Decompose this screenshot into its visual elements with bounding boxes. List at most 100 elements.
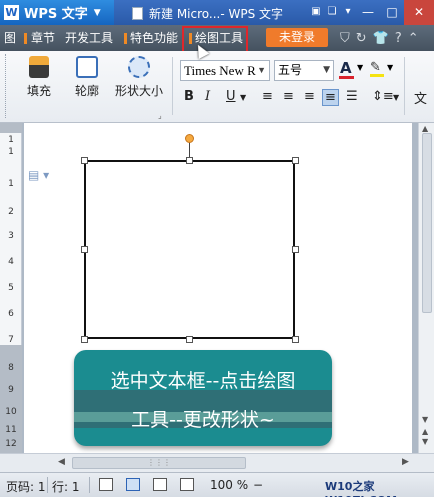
shirt-icon[interactable]: 👕: [373, 31, 389, 46]
resize-handle[interactable]: [292, 157, 299, 164]
underline-button[interactable]: U: [226, 89, 236, 104]
align-right-icon[interactable]: ≡: [304, 89, 315, 104]
shape-size-button[interactable]: 形状大小: [110, 56, 168, 99]
maximize-button[interactable]: □: [380, 0, 404, 25]
font-name-value: Times New R: [184, 63, 256, 78]
resize-handle[interactable]: [81, 246, 88, 253]
scroll-thumb[interactable]: ⋮⋮⋮: [72, 457, 246, 469]
chevron-down-icon[interactable]: ▼: [240, 93, 246, 102]
document-tab[interactable]: 新建 Micro...- WPS 文字: [132, 3, 283, 23]
scroll-down-icon[interactable]: ▼: [422, 415, 428, 424]
minimize-button[interactable]: —: [356, 0, 380, 25]
outline-button[interactable]: 轮廓: [62, 56, 112, 99]
window-controls: ▣ ❏ ▾ — □ ✕: [308, 0, 434, 25]
resize-handle[interactable]: [186, 336, 193, 343]
ruler-tick: 1: [8, 135, 14, 145]
scroll-thumb[interactable]: [422, 133, 432, 313]
collapse-ribbon-icon[interactable]: ⌃: [408, 31, 419, 46]
tab-special-features[interactable]: 特色功能: [130, 25, 178, 51]
ruler-margin: [0, 123, 22, 133]
fill-button[interactable]: 填充: [14, 56, 64, 99]
row-indicator: 行: 1: [52, 480, 80, 494]
ruler-tick: 6: [8, 309, 14, 319]
paragraph-marker-icon[interactable]: ▤ ▾: [28, 168, 49, 182]
scroll-left-icon[interactable]: ◀: [58, 457, 65, 467]
page-indicator[interactable]: 页码: 1: [6, 478, 46, 495]
ruler-tick: 2: [8, 207, 14, 217]
italic-button[interactable]: I: [205, 89, 210, 104]
page-down-icon[interactable]: ▼: [422, 437, 428, 446]
zoom-out-icon[interactable]: −: [253, 478, 263, 492]
outline-pen-icon: [76, 56, 98, 78]
align-left-icon[interactable]: ≡: [262, 89, 273, 104]
outline-view-icon[interactable]: [153, 478, 167, 491]
rotation-handle[interactable]: [185, 134, 194, 143]
text-tool-button[interactable]: 文: [414, 88, 427, 107]
ruler-tick: 4: [8, 257, 14, 267]
tab-developer-tools[interactable]: 开发工具: [65, 25, 113, 51]
shape-size-icon: [128, 56, 150, 78]
scroll-right-icon[interactable]: ▶: [402, 457, 409, 467]
font-name-select[interactable]: Times New R ▼: [180, 60, 270, 81]
chevron-down-icon[interactable]: ▾: [340, 0, 356, 25]
close-button[interactable]: ✕: [404, 0, 434, 25]
web-view-icon[interactable]: [180, 478, 194, 491]
ruler-tick: 10: [5, 407, 17, 417]
resize-handle[interactable]: [292, 336, 299, 343]
chevron-down-icon[interactable]: ▼: [357, 63, 363, 72]
distribute-icon[interactable]: ☰: [346, 89, 358, 104]
highlight-pen-icon[interactable]: ✎: [370, 60, 384, 77]
selected-text-box[interactable]: [84, 160, 295, 339]
document-icon: [132, 6, 143, 20]
vertical-scrollbar[interactable]: ▲ ▼ ▲ ▼: [418, 123, 434, 453]
font-color-button[interactable]: A: [339, 59, 354, 79]
ruler-tick: 5: [8, 283, 14, 293]
dialog-launcher-icon[interactable]: ⌟: [158, 111, 162, 120]
justify-icon[interactable]: ≡: [322, 89, 339, 106]
ribbon-separator: [404, 57, 405, 115]
chevron-down-icon[interactable]: ▼: [393, 93, 399, 102]
ruler-tick: 9: [8, 385, 14, 395]
resize-handle[interactable]: [81, 336, 88, 343]
skin-icon[interactable]: ▣: [308, 0, 324, 25]
ruler-tick: 12: [5, 439, 17, 449]
ruler-tick: 8: [8, 363, 14, 373]
ruler-tick: 11: [5, 425, 17, 435]
tab-tu[interactable]: 图: [4, 25, 16, 51]
ruler-tick: 1: [8, 179, 14, 189]
resize-handle[interactable]: [81, 157, 88, 164]
shield-icon[interactable]: ⛉: [340, 31, 350, 46]
app-menu-button[interactable]: W WPS 文字 ▼: [0, 0, 114, 25]
restore-layout-icon[interactable]: ❏: [324, 0, 340, 25]
align-center-icon[interactable]: ≡: [283, 89, 294, 104]
refresh-icon[interactable]: ↻: [356, 31, 367, 46]
fill-bucket-icon: [29, 56, 49, 78]
chevron-down-icon[interactable]: ▼: [387, 63, 393, 72]
tab-separator: [24, 33, 27, 44]
site-watermark: W10之家 W10ZJ.COM: [325, 480, 397, 497]
login-button[interactable]: 未登录: [266, 28, 328, 47]
ribbon-separator: [172, 57, 173, 115]
ruler-tick: 1: [8, 147, 14, 157]
highlight-box: [182, 26, 248, 54]
tab-chapter[interactable]: 章节: [31, 25, 55, 51]
page-view-icon[interactable]: [126, 478, 140, 491]
horizontal-scrollbar[interactable]: ◀ ⋮⋮⋮ ▶: [0, 453, 434, 472]
zoom-level[interactable]: 100 %: [210, 478, 248, 492]
resize-handle[interactable]: [186, 157, 193, 164]
page-up-icon[interactable]: ▲: [422, 427, 428, 436]
callout-line-1: 选中文本框--点击绘图: [110, 370, 296, 392]
app-name: WPS 文字: [24, 7, 88, 22]
help-icon[interactable]: ?: [395, 31, 402, 46]
chevron-down-icon: ▼: [257, 65, 266, 75]
line-spacing-icon[interactable]: ⇕≡: [372, 89, 394, 104]
bold-button[interactable]: B: [184, 89, 194, 104]
status-separator: [47, 477, 48, 493]
resize-handle[interactable]: [292, 246, 299, 253]
ribbon: 填充 轮廓 形状大小 ⌟ Times New R ▼ 五号 ▼ A ▼ ✎ ▼ …: [0, 51, 434, 123]
fill-label: 填充: [26, 84, 51, 98]
font-size-select[interactable]: 五号 ▼: [274, 60, 334, 81]
fullscreen-view-icon[interactable]: [99, 478, 113, 491]
callout-line-2: 工具--更改形状~: [131, 409, 275, 431]
scroll-up-icon[interactable]: ▲: [422, 124, 428, 133]
